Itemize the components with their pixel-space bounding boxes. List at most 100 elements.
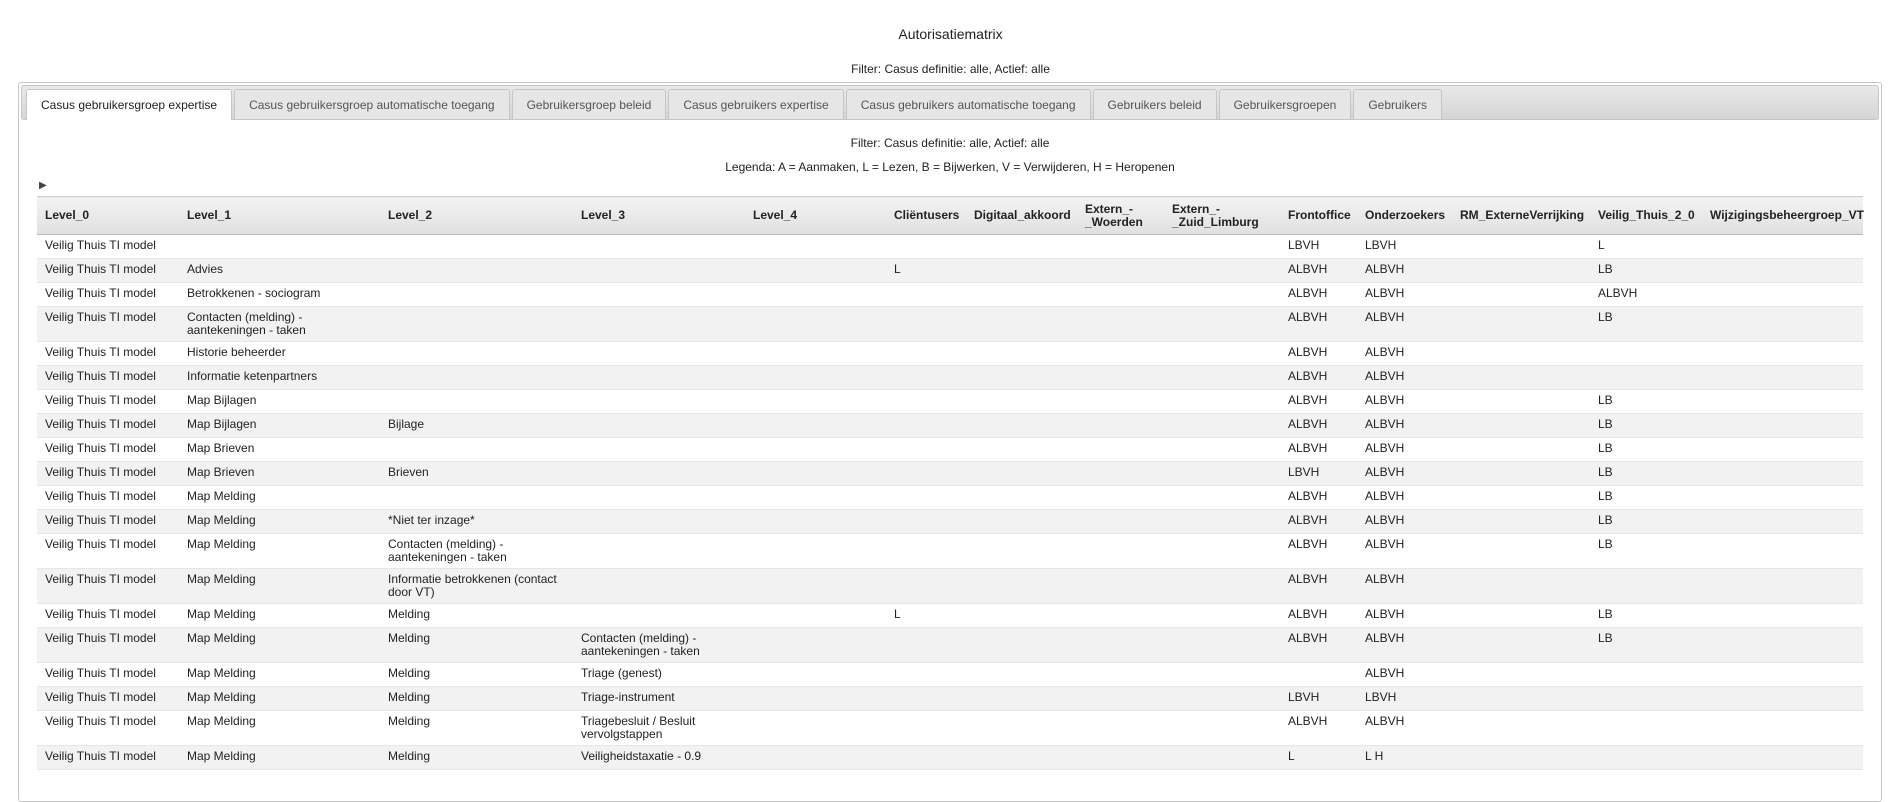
table-cell	[966, 509, 1077, 534]
table-cell: Map Melding	[179, 745, 380, 770]
table-cell	[573, 234, 745, 259]
column-header[interactable]: Level_0	[37, 196, 179, 235]
column-header[interactable]: Level_3	[573, 196, 745, 235]
column-header[interactable]: Frontoffice	[1280, 196, 1357, 235]
table-cell	[745, 389, 886, 414]
table-cell	[966, 341, 1077, 366]
table-cell: Contacten (melding) - aantekeningen - ta…	[573, 627, 745, 663]
column-header[interactable]: Level_1	[179, 196, 380, 235]
tab-casus-gebruikers-automatische-toegang[interactable]: Casus gebruikers automatische toegang	[845, 89, 1091, 119]
table-cell	[1702, 282, 1863, 307]
table-cell	[380, 282, 573, 307]
tab-gebruikers-beleid[interactable]: Gebruikers beleid	[1092, 89, 1217, 119]
table-cell: LB	[1590, 485, 1702, 510]
table-cell: ALBVH	[1357, 710, 1452, 746]
table-cell	[1077, 662, 1164, 687]
table-cell: ALBVH	[1590, 282, 1702, 307]
table-cell	[1164, 341, 1280, 366]
table-cell: Veilig Thuis TI model	[37, 603, 179, 628]
table-cell	[886, 568, 966, 604]
table-header-row: Level_0 Level_1 Level_2 Level_3 Level_4 Cliën…	[37, 196, 1864, 235]
table-cell	[1702, 341, 1863, 366]
column-header[interactable]: Extern_- _Woerden	[1077, 196, 1164, 235]
table-cell	[1452, 258, 1590, 283]
table-cell	[1164, 413, 1280, 438]
table-cell	[1164, 461, 1280, 486]
table-cell	[573, 509, 745, 534]
column-header[interactable]: Onderzoekers	[1357, 196, 1452, 235]
table-cell	[745, 437, 886, 462]
table-cell: ALBVH	[1357, 258, 1452, 283]
tab-casus-gebruikersgroep-automatische-toegang[interactable]: Casus gebruikersgroep automatische toega…	[234, 89, 510, 119]
tab-list: Casus gebruikersgroep expertise Casus geb…	[26, 89, 1443, 120]
table-cell: Melding	[380, 662, 573, 687]
table-cell: Veilig Thuis TI model	[37, 365, 179, 390]
column-header[interactable]: Level_4	[745, 196, 886, 235]
table-cell: Veiligheidstaxatie - 0.9	[573, 745, 745, 770]
table-row: Veilig Thuis TI model Map Melding Melding L…	[37, 603, 1863, 628]
table-cell	[886, 627, 966, 663]
table-cell	[380, 258, 573, 283]
table-cell: Bijlage	[380, 413, 573, 438]
table-cell	[573, 306, 745, 342]
table-cell	[1590, 710, 1702, 746]
table-cell	[966, 282, 1077, 307]
table-cell	[1452, 745, 1590, 770]
table-cell	[1077, 745, 1164, 770]
table-cell	[745, 461, 886, 486]
table-cell: ALBVH	[1280, 341, 1357, 366]
table-row: Veilig Thuis TI model Map Melding Informat…	[37, 568, 1863, 604]
table-cell: Melding	[380, 710, 573, 746]
column-header[interactable]: Level_2	[380, 196, 573, 235]
table-cell	[1164, 686, 1280, 711]
panel-filter-text: Filter: Casus definitie: alle, Actief: a…	[850, 136, 1050, 150]
table-cell: ALBVH	[1280, 306, 1357, 342]
table-cell: Veilig Thuis TI model	[37, 533, 179, 569]
column-header[interactable]: Extern_- _Zuid_Limburg	[1164, 196, 1280, 235]
table-cell	[886, 686, 966, 711]
table-cell	[1702, 710, 1863, 746]
expand-toggle-icon[interactable]: ▶	[39, 180, 47, 191]
table-cell	[966, 437, 1077, 462]
column-header[interactable]: Cliëntusers	[886, 196, 966, 235]
table-cell	[966, 413, 1077, 438]
tab-casus-gebruikers-expertise[interactable]: Casus gebruikers expertise	[668, 89, 844, 119]
table-cell	[1077, 485, 1164, 510]
table-cell	[886, 461, 966, 486]
table-cell: LBVH	[1280, 461, 1357, 486]
table-cell	[1452, 485, 1590, 510]
table-cell: Melding	[380, 745, 573, 770]
table-cell: ALBVH	[1357, 306, 1452, 342]
tab-casus-gebruikersgroep-expertise[interactable]: Casus gebruikersgroep expertise	[26, 89, 233, 120]
table-cell	[573, 258, 745, 283]
table-cell	[1452, 710, 1590, 746]
legend-text: Legenda: A = Aanmaken, L = Lezen, B = Bi…	[725, 160, 1175, 174]
column-header[interactable]: Veilig_Thuis_2_0	[1590, 196, 1702, 235]
table-cell: ALBVH	[1357, 413, 1452, 438]
column-header[interactable]: Wijzigingsbeheergroep_VT	[1702, 196, 1864, 235]
tab-gebruikersgroepen[interactable]: Gebruikersgroepen	[1218, 89, 1352, 119]
tab-gebruikers[interactable]: Gebruikers	[1353, 89, 1443, 119]
tab-gebruikersgroep-beleid[interactable]: Gebruikersgroep beleid	[511, 89, 667, 119]
table-cell: Melding	[380, 686, 573, 711]
table-cell: ALBVH	[1280, 437, 1357, 462]
table-cell	[573, 568, 745, 604]
table-cell	[179, 234, 380, 259]
table-cell: Map Melding	[179, 662, 380, 687]
table-cell: Contacten (melding) - aantekeningen - ta…	[179, 306, 380, 342]
table-cell: Map Melding	[179, 509, 380, 534]
column-header[interactable]: Digitaal_akkoord	[966, 196, 1077, 235]
table-cell	[966, 234, 1077, 259]
table-cell: ALBVH	[1280, 258, 1357, 283]
table-cell: LB	[1590, 509, 1702, 534]
table-cell	[1164, 485, 1280, 510]
table-cell	[1702, 413, 1863, 438]
table-cell: Brieven	[380, 461, 573, 486]
table-row: Veilig Thuis TI model Map Bijlagen ALBVH AL…	[37, 389, 1863, 414]
table-cell	[966, 306, 1077, 342]
table-cell: Historie beheerder	[179, 341, 380, 366]
table-cell	[1077, 341, 1164, 366]
column-header[interactable]: RM_ExterneVerrijking	[1452, 196, 1590, 235]
table-cell	[1702, 568, 1863, 604]
table-cell	[966, 389, 1077, 414]
